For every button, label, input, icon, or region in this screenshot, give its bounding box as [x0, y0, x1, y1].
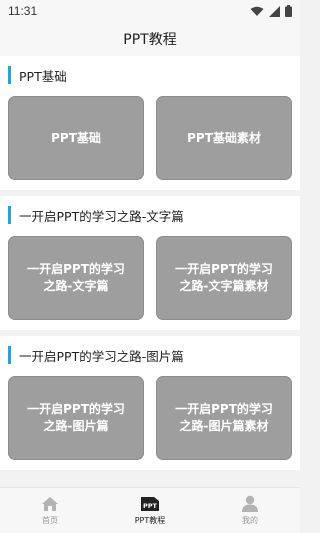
wifi-icon	[250, 6, 264, 16]
section-image-chapter: 一开启PPT的学习之路-图片篇 一开启PPT的学习之路-图片篇 一开启PPT的学…	[0, 336, 300, 470]
card-ppt-basics[interactable]: PPT基础	[8, 96, 144, 180]
card-label: 一开启PPT的学习之路-图片篇素材	[175, 402, 273, 433]
section-title: 一开启PPT的学习之路-图片篇	[19, 348, 184, 364]
section-text-chapter: 一开启PPT的学习之路-文字篇 一开启PPT的学习之路-文字篇 一开启PPT的学…	[0, 196, 300, 330]
card-image-chapter-materials[interactable]: 一开启PPT的学习之路-图片篇素材	[156, 376, 292, 460]
tab-label: PPT教程	[134, 515, 166, 525]
section-accent-bar	[8, 206, 11, 224]
card-label: PPT基础素材	[187, 130, 261, 145]
tab-profile[interactable]: 我的	[200, 488, 300, 533]
status-bar: 11:31	[0, 0, 300, 22]
bottom-tab-bar: 首页 PPT PPT教程 我的	[0, 487, 300, 533]
section-header: 一开启PPT的学习之路-图片篇	[8, 344, 292, 366]
card-label: 一开启PPT的学习之路-图片篇	[27, 402, 125, 433]
ppt-icon: PPT	[141, 496, 159, 511]
home-icon	[42, 496, 58, 511]
card-ppt-basics-materials[interactable]: PPT基础素材	[156, 96, 292, 180]
signal-icon	[269, 5, 280, 17]
ppt-icon-text: PPT	[143, 502, 158, 510]
page-title: PPT教程	[123, 32, 177, 48]
section-accent-bar	[8, 66, 11, 84]
section-header: PPT基础	[8, 64, 292, 86]
section-ppt-basics: PPT基础 PPT基础 PPT基础素材	[0, 56, 300, 190]
battery-icon	[285, 5, 292, 17]
card-label: PPT基础	[51, 130, 101, 145]
card-image-chapter[interactable]: 一开启PPT的学习之路-图片篇	[8, 376, 144, 460]
status-time: 11:31	[8, 4, 38, 18]
tab-label: 首页	[42, 515, 58, 525]
section-title: PPT基础	[19, 68, 67, 84]
section-title: 一开启PPT的学习之路-文字篇	[19, 208, 184, 224]
section-header: 一开启PPT的学习之路-文字篇	[8, 204, 292, 226]
card-text-chapter[interactable]: 一开启PPT的学习之路-文字篇	[8, 236, 144, 320]
card-label: 一开启PPT的学习之路-文字篇	[27, 262, 125, 293]
tab-home[interactable]: 首页	[0, 488, 100, 533]
app-header: PPT教程	[0, 22, 300, 56]
tab-label: 我的	[242, 516, 258, 525]
tab-ppt-tutorial[interactable]: PPT PPT教程	[100, 488, 200, 533]
card-text-chapter-materials[interactable]: 一开启PPT的学习之路-文字篇素材	[156, 236, 292, 320]
card-label: 一开启PPT的学习之路-文字篇素材	[175, 262, 273, 293]
user-icon	[242, 495, 258, 512]
section-accent-bar	[8, 346, 11, 364]
content-list: PPT基础 PPT基础 PPT基础素材 一开启PPT的学习之路-文字篇 一开启P…	[0, 56, 300, 487]
status-icons	[250, 5, 292, 17]
